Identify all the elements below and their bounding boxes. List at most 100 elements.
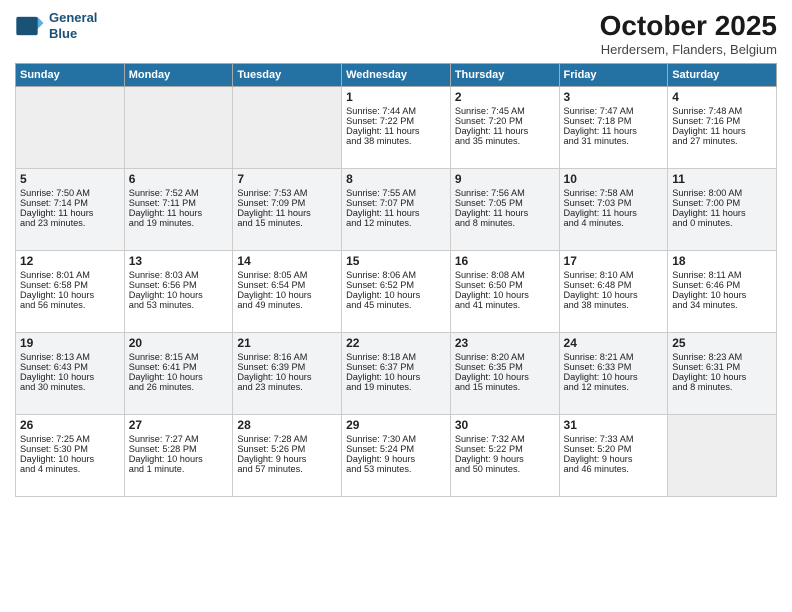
day-info: and 4 minutes. [564,218,664,228]
day-info: Sunrise: 8:10 AM [564,270,664,280]
day-info: and 8 minutes. [455,218,555,228]
week-row-0: 1Sunrise: 7:44 AMSunset: 7:22 PMDaylight… [16,87,777,169]
day-info: and 0 minutes. [672,218,772,228]
calendar-cell: 23Sunrise: 8:20 AMSunset: 6:35 PMDayligh… [450,333,559,415]
day-info: Sunrise: 7:32 AM [455,434,555,444]
col-monday: Monday [124,64,233,87]
day-info: Sunrise: 7:55 AM [346,188,446,198]
day-info: Sunset: 7:20 PM [455,116,555,126]
week-row-1: 5Sunrise: 7:50 AMSunset: 7:14 PMDaylight… [16,169,777,251]
day-info: Sunset: 7:18 PM [564,116,664,126]
calendar-cell: 20Sunrise: 8:15 AMSunset: 6:41 PMDayligh… [124,333,233,415]
day-info: and 46 minutes. [564,464,664,474]
day-info: and 23 minutes. [20,218,120,228]
day-info: Sunrise: 8:11 AM [672,270,772,280]
day-info: Sunset: 6:50 PM [455,280,555,290]
day-info: Sunset: 6:52 PM [346,280,446,290]
calendar-cell: 1Sunrise: 7:44 AMSunset: 7:22 PMDaylight… [342,87,451,169]
calendar-cell: 12Sunrise: 8:01 AMSunset: 6:58 PMDayligh… [16,251,125,333]
calendar-cell: 29Sunrise: 7:30 AMSunset: 5:24 PMDayligh… [342,415,451,497]
day-info: Daylight: 9 hours [564,454,664,464]
day-info: Sunrise: 7:25 AM [20,434,120,444]
day-info: Sunset: 6:37 PM [346,362,446,372]
day-info: Sunset: 6:41 PM [129,362,229,372]
day-number: 12 [20,254,120,268]
day-info: Sunrise: 8:15 AM [129,352,229,362]
day-info: Sunset: 7:07 PM [346,198,446,208]
day-info: Sunrise: 8:21 AM [564,352,664,362]
title-block: October 2025 Herdersem, Flanders, Belgiu… [600,10,777,57]
day-number: 27 [129,418,229,432]
day-info: Sunset: 6:39 PM [237,362,337,372]
day-info: Daylight: 10 hours [672,290,772,300]
day-info: Daylight: 11 hours [564,126,664,136]
day-number: 31 [564,418,664,432]
day-info: and 41 minutes. [455,300,555,310]
day-info: Sunset: 6:58 PM [20,280,120,290]
day-number: 2 [455,90,555,104]
day-number: 3 [564,90,664,104]
day-info: and 50 minutes. [455,464,555,474]
day-number: 22 [346,336,446,350]
day-info: and 15 minutes. [237,218,337,228]
calendar-cell: 4Sunrise: 7:48 AMSunset: 7:16 PMDaylight… [668,87,777,169]
calendar-cell: 28Sunrise: 7:28 AMSunset: 5:26 PMDayligh… [233,415,342,497]
logo-text: General Blue [49,10,97,41]
day-info: Sunrise: 7:45 AM [455,106,555,116]
day-info: Sunset: 6:35 PM [455,362,555,372]
day-info: and 45 minutes. [346,300,446,310]
calendar-cell [124,87,233,169]
day-info: Sunrise: 8:23 AM [672,352,772,362]
day-number: 11 [672,172,772,186]
day-info: Sunrise: 7:28 AM [237,434,337,444]
day-info: Daylight: 11 hours [672,126,772,136]
day-info: and 27 minutes. [672,136,772,146]
day-info: Daylight: 11 hours [455,126,555,136]
col-saturday: Saturday [668,64,777,87]
day-number: 28 [237,418,337,432]
day-number: 21 [237,336,337,350]
day-info: Sunset: 5:30 PM [20,444,120,454]
day-number: 23 [455,336,555,350]
calendar-cell: 19Sunrise: 8:13 AMSunset: 6:43 PMDayligh… [16,333,125,415]
calendar-cell: 2 Sunrise: 7:45 AMSunset: 7:20 PMDaylight… [450,87,559,169]
day-info: Sunrise: 8:18 AM [346,352,446,362]
day-info: Sunrise: 7:50 AM [20,188,120,198]
day-info: and 30 minutes. [20,382,120,392]
calendar-cell: 17Sunrise: 8:10 AMSunset: 6:48 PMDayligh… [559,251,668,333]
week-row-3: 19Sunrise: 8:13 AMSunset: 6:43 PMDayligh… [16,333,777,415]
day-info: and 12 minutes. [564,382,664,392]
day-number: 29 [346,418,446,432]
calendar-cell: 10Sunrise: 7:58 AMSunset: 7:03 PMDayligh… [559,169,668,251]
calendar-cell: 24Sunrise: 8:21 AMSunset: 6:33 PMDayligh… [559,333,668,415]
day-info: Sunset: 7:03 PM [564,198,664,208]
day-info: Daylight: 10 hours [564,290,664,300]
day-info: Sunrise: 7:58 AM [564,188,664,198]
calendar-cell [233,87,342,169]
calendar-cell [16,87,125,169]
day-number: 7 [237,172,337,186]
day-info: and 8 minutes. [672,382,772,392]
header: General Blue October 2025 Herdersem, Fla… [15,10,777,57]
calendar-cell: 6Sunrise: 7:52 AMSunset: 7:11 PMDaylight… [124,169,233,251]
calendar-cell: 7Sunrise: 7:53 AMSunset: 7:09 PMDaylight… [233,169,342,251]
week-row-4: 26Sunrise: 7:25 AMSunset: 5:30 PMDayligh… [16,415,777,497]
logo-icon [15,11,45,41]
day-info: Sunset: 6:31 PM [672,362,772,372]
day-info: Daylight: 10 hours [346,372,446,382]
day-info: Sunrise: 8:01 AM [20,270,120,280]
month-title: October 2025 [600,10,777,42]
day-number: 20 [129,336,229,350]
day-info: Sunset: 5:20 PM [564,444,664,454]
day-info: Sunrise: 8:16 AM [237,352,337,362]
calendar-cell: 3Sunrise: 7:47 AMSunset: 7:18 PMDaylight… [559,87,668,169]
day-info: and 19 minutes. [129,218,229,228]
calendar-cell: 30Sunrise: 7:32 AMSunset: 5:22 PMDayligh… [450,415,559,497]
day-info: and 1 minute. [129,464,229,474]
day-info: and 53 minutes. [346,464,446,474]
day-info: Daylight: 10 hours [129,454,229,464]
calendar-cell: 26Sunrise: 7:25 AMSunset: 5:30 PMDayligh… [16,415,125,497]
logo-line2: Blue [49,26,77,41]
day-info: Sunset: 7:05 PM [455,198,555,208]
day-info: Sunset: 5:26 PM [237,444,337,454]
